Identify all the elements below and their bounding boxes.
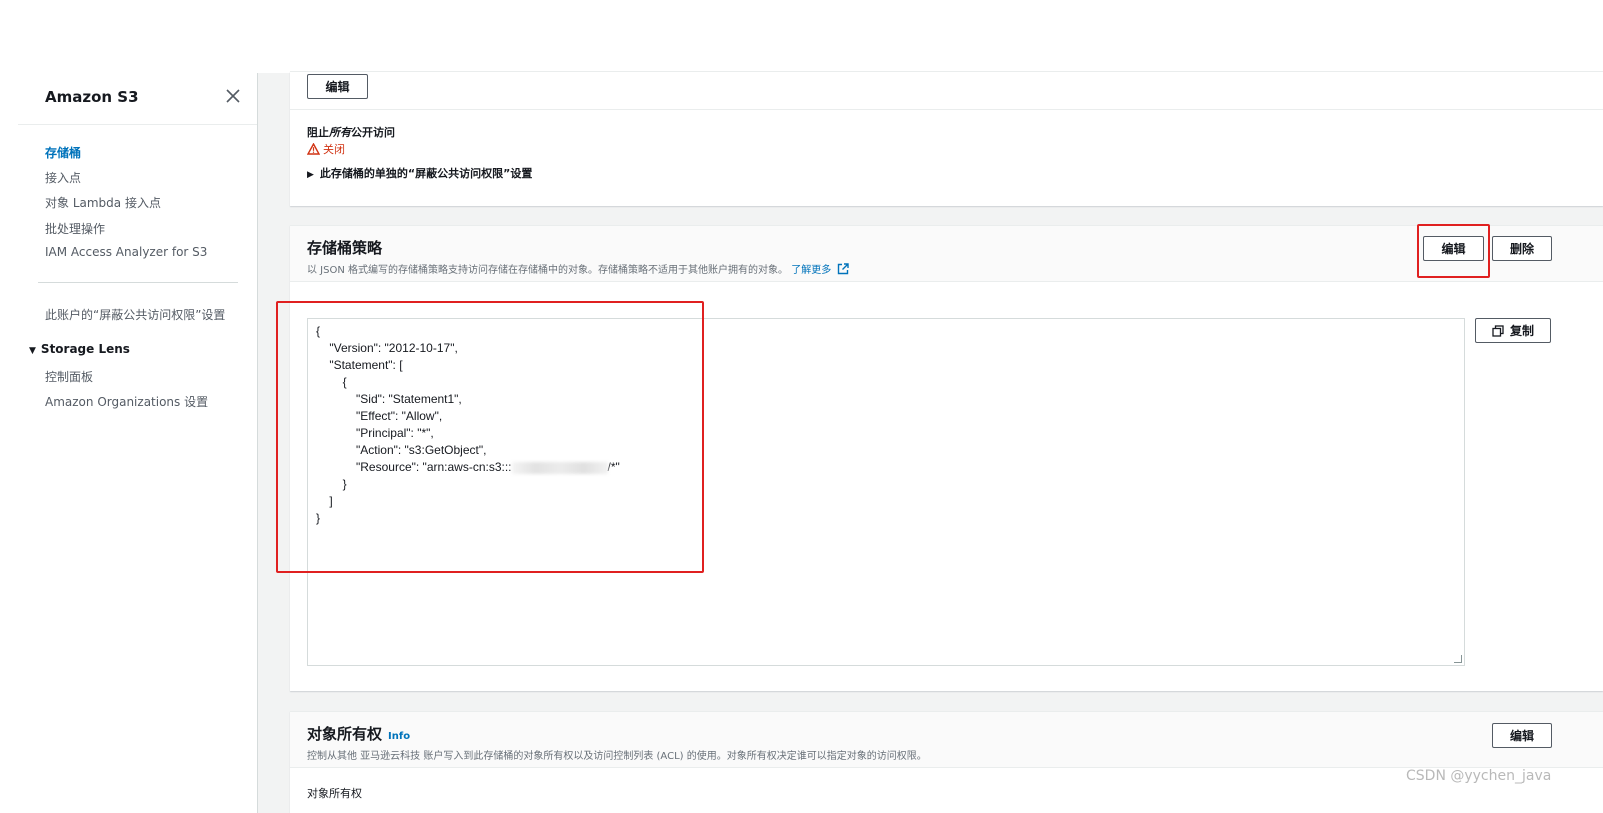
redacted-bucket-name — [511, 461, 608, 474]
block-public-access-panel: 编辑 阻止所有公开访问 关闭 ▶ 此存储桶的单独的“屏蔽公共访问权限”设置 — [290, 71, 1603, 206]
status-off: 关闭 — [307, 141, 345, 157]
bucket-block-public-access-expander[interactable]: ▶ 此存储桶的单独的“屏蔽公共访问权限”设置 — [307, 165, 532, 181]
code-line: { — [316, 375, 347, 389]
sidebar-item-buckets[interactable]: 存储桶 — [45, 144, 81, 161]
panel-divider — [290, 109, 1603, 110]
code-line: "Action": "s3:GetObject", — [316, 443, 487, 457]
code-line: "Statement": [ — [316, 358, 403, 372]
description-text: 以 JSON 格式编写的存储桶策略支持访问存储在存储桶中的对象。存储桶策略不适用… — [307, 265, 789, 276]
sidebar: Amazon S3 存储桶 接入点 对象 Lambda 接入点 批处理操作 IA… — [18, 73, 258, 813]
sidebar-item-batch-operations[interactable]: 批处理操作 — [45, 220, 105, 237]
copy-icon — [1492, 324, 1504, 337]
storage-lens-section[interactable]: ▼ Storage Lens — [29, 342, 130, 356]
bucket-policy-description: 以 JSON 格式编写的存储桶策略支持访问存储在存储桶中的对象。存储桶策略不适用… — [307, 261, 850, 276]
label-prefix: 阻止 — [307, 126, 329, 139]
sidebar-item-organizations-settings[interactable]: Amazon Organizations 设置 — [45, 393, 208, 410]
code-line-resource: "Resource": "arn:aws-cn:s3:::/*" — [316, 459, 620, 476]
resize-handle-icon[interactable] — [1454, 655, 1462, 663]
sidebar-item-dashboards[interactable]: 控制面板 — [45, 368, 93, 385]
sidebar-item-iam-analyzer[interactable]: IAM Access Analyzer for S3 — [45, 245, 207, 259]
bucket-policy-edit-button[interactable]: 编辑 — [1423, 236, 1484, 261]
learn-more-label: 了解更多 — [791, 265, 832, 276]
copy-label: 复制 — [1509, 324, 1534, 338]
bucket-policy-header: 存储桶策略 以 JSON 格式编写的存储桶策略支持访问存储在存储桶中的对象。存储… — [290, 226, 1603, 282]
main-content: 编辑 阻止所有公开访问 关闭 ▶ 此存储桶的单独的“屏蔽公共访问权限”设置 存储桶… — [258, 71, 1603, 813]
bucket-policy-panel: 存储桶策略 以 JSON 格式编写的存储桶策略支持访问存储在存储桶中的对象。存储… — [290, 225, 1603, 691]
sidebar-header: Amazon S3 — [18, 73, 257, 125]
code-line: "Principal": "*", — [316, 426, 434, 440]
copy-button[interactable]: 复制 — [1475, 318, 1551, 343]
policy-json-editor[interactable]: { "Version": "2012-10-17", "Statement": … — [307, 318, 1465, 666]
close-icon[interactable] — [223, 86, 243, 106]
warning-icon — [307, 143, 320, 155]
storage-lens-label: Storage Lens — [40, 342, 130, 356]
code-line: ] — [316, 494, 333, 508]
label-emphasis: 所有 — [329, 126, 351, 139]
object-ownership-title: 对象所有权 Info — [307, 723, 410, 744]
object-ownership-sub-label: 对象所有权 — [307, 787, 362, 800]
object-ownership-panel: 对象所有权 Info 控制从其他 亚马逊云科技 账户写入到此存储桶的对象所有权以及… — [290, 711, 1603, 813]
expander-label: 此存储桶的单独的“屏蔽公共访问权限”设置 — [319, 167, 533, 180]
resource-prefix: "Resource": "arn:aws-cn:s3::: — [316, 460, 512, 474]
code-line: } — [316, 477, 347, 491]
code-line: } — [316, 511, 321, 525]
caret-right-icon: ▶ — [307, 170, 314, 180]
object-ownership-header: 对象所有权 Info 控制从其他 亚马逊云科技 账户写入到此存储桶的对象所有权以及… — [290, 712, 1603, 768]
resource-suffix: /*" — [607, 460, 620, 474]
sidebar-divider — [38, 282, 238, 283]
sidebar-item-account-block-public-access[interactable]: 此账户的“屏蔽公共访问权限”设置 — [45, 306, 225, 323]
external-link-icon — [838, 263, 850, 275]
code-line: "Effect": "Allow", — [316, 409, 443, 423]
label-suffix: 公开访问 — [351, 126, 395, 139]
code-line: "Sid": "Statement1", — [316, 392, 462, 406]
status-text: 关闭 — [323, 143, 345, 156]
code-line: { — [316, 324, 321, 338]
learn-more-link[interactable]: 了解更多 — [791, 263, 850, 276]
caret-down-icon: ▼ — [29, 346, 36, 356]
info-link[interactable]: Info — [388, 731, 410, 742]
object-ownership-title-text: 对象所有权 — [307, 725, 383, 743]
watermark: CSDN @yychen_java — [1406, 768, 1552, 784]
block-all-public-access-label: 阻止所有公开访问 — [307, 124, 395, 140]
code-line: "Version": "2012-10-17", — [316, 341, 458, 355]
policy-code: { "Version": "2012-10-17", "Statement": … — [316, 323, 620, 527]
sidebar-item-object-lambda[interactable]: 对象 Lambda 接入点 — [45, 194, 161, 211]
object-ownership-edit-button[interactable]: 编辑 — [1492, 723, 1552, 748]
sidebar-item-access-points[interactable]: 接入点 — [45, 169, 81, 186]
bucket-policy-delete-button[interactable]: 删除 — [1492, 236, 1552, 261]
block-public-access-edit-button[interactable]: 编辑 — [307, 74, 368, 99]
sidebar-title: Amazon S3 — [45, 88, 139, 106]
object-ownership-description: 控制从其他 亚马逊云科技 账户写入到此存储桶的对象所有权以及访问控制列表 (AC… — [307, 751, 927, 762]
bucket-policy-title: 存储桶策略 — [307, 239, 383, 257]
